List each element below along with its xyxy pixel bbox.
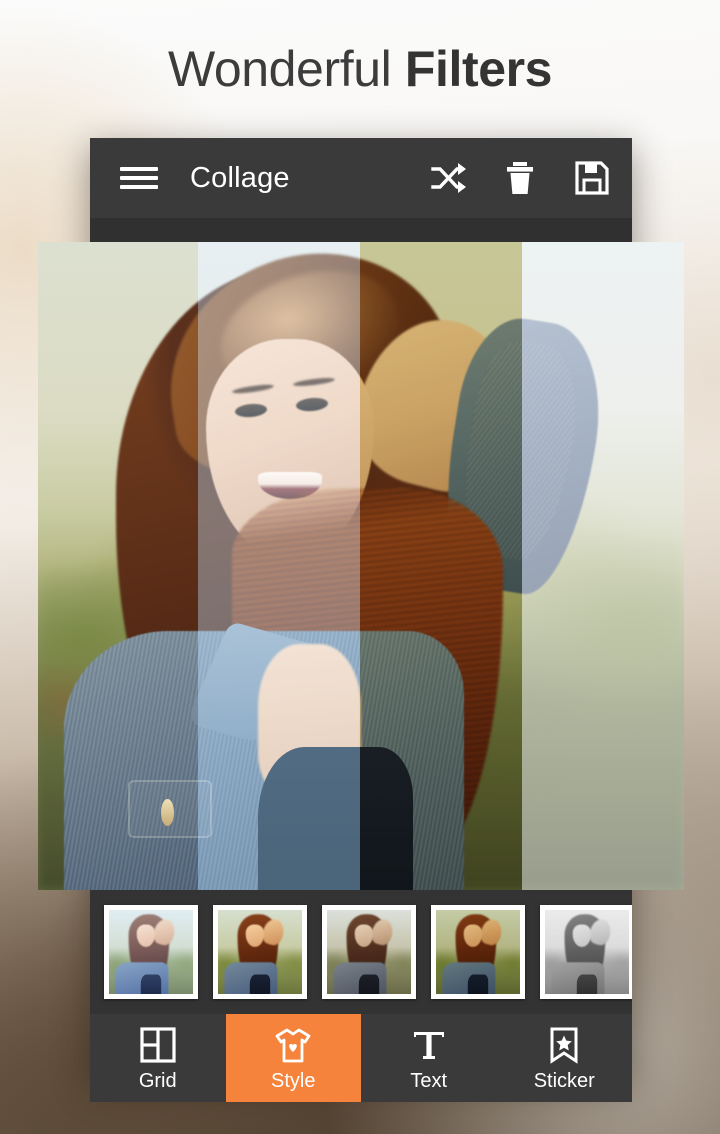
shuffle-icon[interactable] [428,158,468,198]
nav-item-label: Sticker [533,1069,595,1092]
text-t-icon [409,1025,449,1065]
save-icon[interactable] [572,158,612,198]
filter-thumbnail-cool-blue[interactable] [104,905,198,999]
filter-thumbnail-strip[interactable] [90,890,632,1014]
app-toolbar: Collage [90,138,632,218]
toolbar-title: Collage [190,161,290,194]
nav-item-label: Style [271,1069,316,1092]
thumbnail-filter-overlay [109,910,193,994]
toolbar-underbar [90,218,632,242]
filter-thumbnail-olive-gold[interactable] [431,905,525,999]
filter-thumbnail-sepia-light[interactable] [322,905,416,999]
bookmark-star-icon [544,1025,584,1065]
photo-canvas[interactable] [38,242,684,890]
app-window: Collage Grid Style Text Sticker [38,138,684,1102]
nav-item-style[interactable]: Style [225,1014,361,1102]
nav-item-label: Text [410,1069,448,1092]
thumbnail-filter-overlay [545,910,629,994]
grid-icon [138,1025,178,1065]
photo-subject [38,242,684,890]
page-title: Wonderful Filters [0,38,720,100]
filter-thumbnail-warm-cream[interactable] [213,905,307,999]
filter-thumbnail-black-white[interactable] [540,905,632,999]
page-title-bold: Filters [404,41,553,97]
thumbnail-filter-overlay [218,910,302,994]
hamburger-menu-icon[interactable] [116,164,162,192]
nav-item-text[interactable]: Text [361,1014,497,1102]
page-title-light: Wonderful [167,41,405,97]
thumbnail-filter-overlay [327,910,411,994]
nav-item-sticker[interactable]: Sticker [497,1014,633,1102]
tshirt-heart-icon [273,1025,313,1065]
trash-icon[interactable] [500,158,540,198]
thumbnail-filter-overlay [436,910,520,994]
nav-item-label: Grid [138,1069,177,1092]
bottom-navigation: Grid Style Text Sticker [90,1014,632,1102]
nav-item-grid[interactable]: Grid [90,1014,226,1102]
toolbar-actions [428,158,612,198]
